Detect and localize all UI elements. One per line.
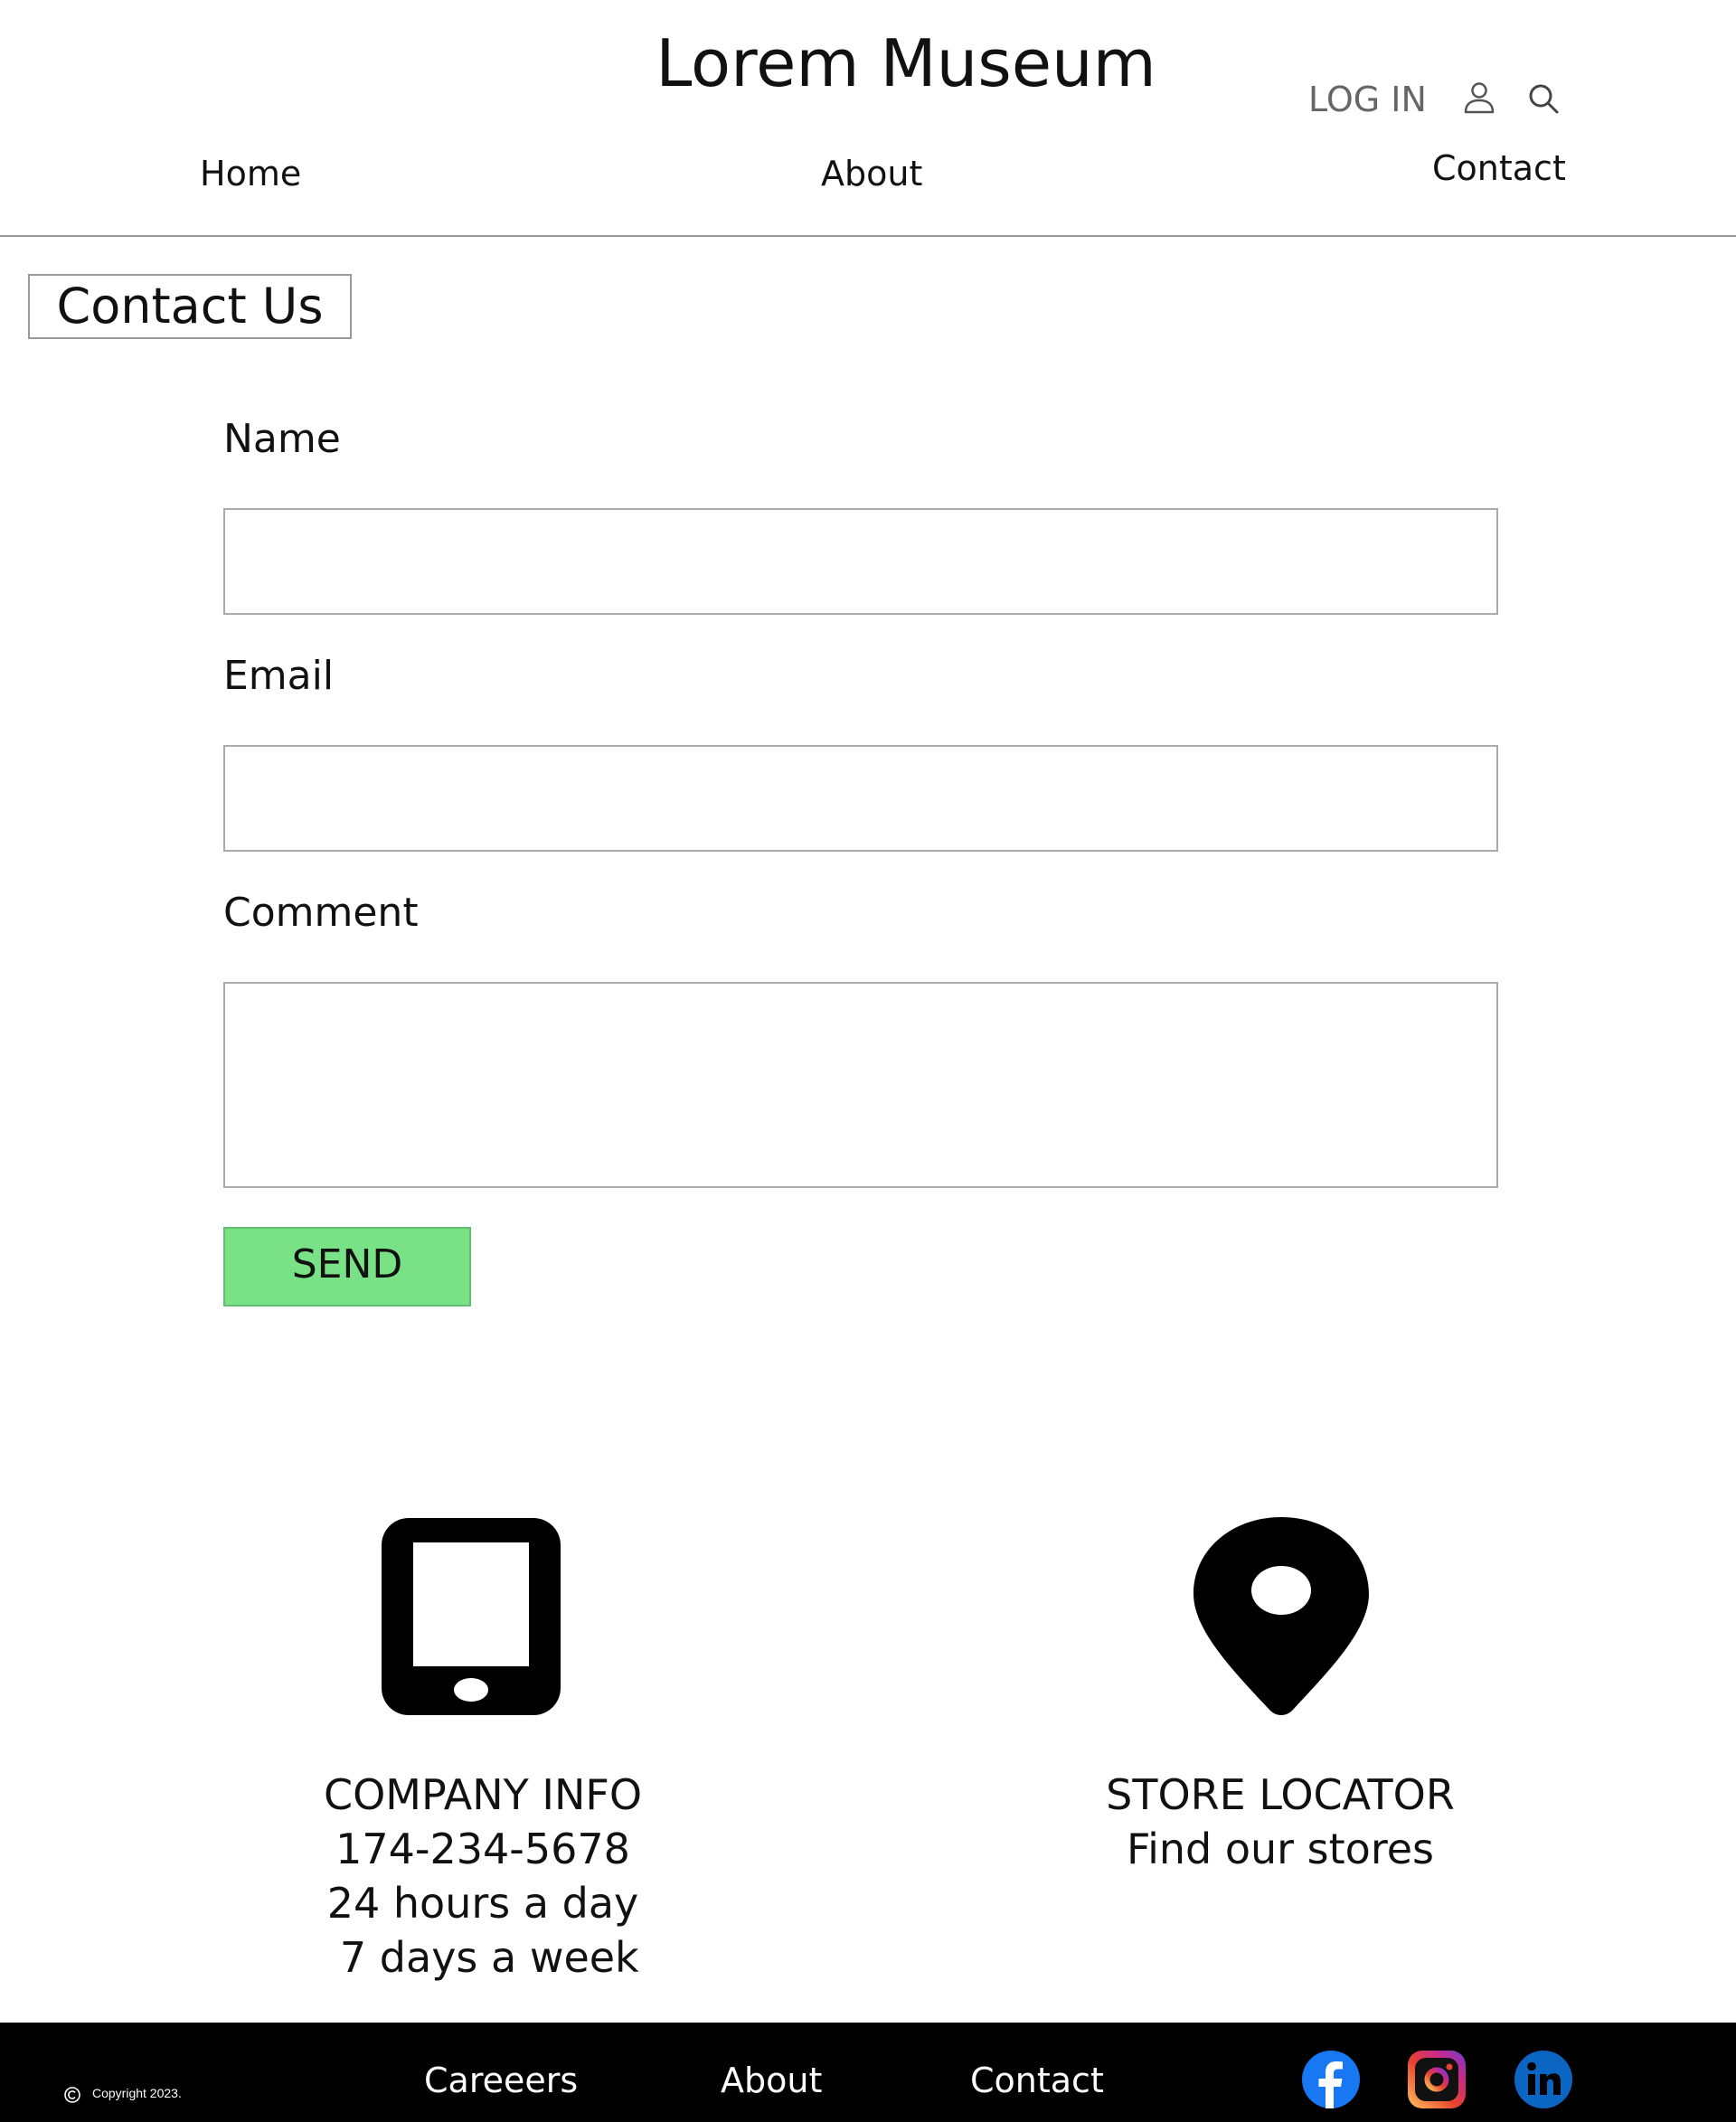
login-link[interactable]: LOG IN [1308, 76, 1427, 123]
copyright-icon [64, 2087, 80, 2103]
user-icon[interactable] [1461, 80, 1497, 116]
company-phone: 174-234-5678 [335, 1825, 630, 1873]
comment-label: Comment [223, 890, 419, 936]
instagram-icon[interactable] [1408, 2051, 1466, 2108]
company-hours: 24 hours a day [326, 1879, 639, 1928]
email-label: Email [223, 653, 335, 699]
company-days: 7 days a week [326, 1933, 639, 1982]
nav-home[interactable]: Home [200, 150, 301, 197]
linkedin-icon[interactable] [1514, 2051, 1572, 2108]
footer-link-about[interactable]: About [721, 2057, 822, 2104]
name-label: Name [223, 416, 341, 462]
search-icon[interactable] [1526, 81, 1561, 116]
footer-link-careers[interactable]: Careeers [424, 2057, 578, 2104]
store-locator-title[interactable]: STORE LOCATOR [1067, 1768, 1494, 1822]
nav-contact[interactable]: Contact [1432, 145, 1566, 192]
company-info-title[interactable]: COMPANY INFO [271, 1768, 694, 1822]
name-input[interactable] [223, 508, 1498, 615]
nav-about[interactable]: About [821, 150, 922, 197]
send-button[interactable]: SEND [223, 1227, 471, 1306]
company-info: COMPANY INFO 174-234-5678 24 hours a day… [271, 1768, 694, 1985]
store-locator-link[interactable]: Find our stores [1067, 1822, 1494, 1876]
comment-textarea[interactable] [223, 982, 1498, 1188]
facebook-icon[interactable] [1302, 2051, 1360, 2108]
header-divider [0, 235, 1736, 237]
map-pin-icon [1194, 1517, 1369, 1715]
email-input[interactable] [223, 745, 1498, 852]
footer-link-contact[interactable]: Contact [970, 2057, 1104, 2104]
page-heading: Contact Us [28, 274, 352, 339]
copyright-text: Copyright 2023. [92, 2086, 182, 2100]
footer [0, 2023, 1736, 2122]
store-locator: STORE LOCATOR Find our stores [1067, 1768, 1494, 1876]
phone-icon [382, 1518, 561, 1715]
